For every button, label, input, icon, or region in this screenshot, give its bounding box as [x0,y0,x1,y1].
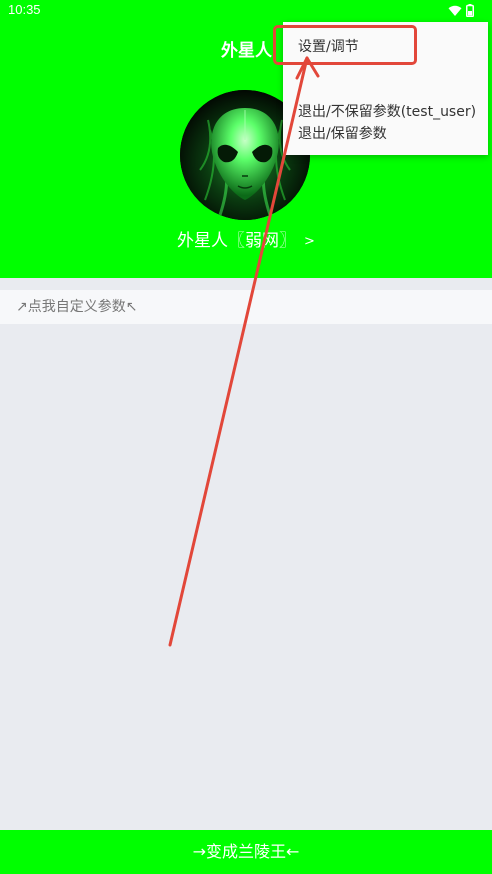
battery-icon [466,4,474,17]
dropdown-menu: 设置/调节 退出/不保留参数(test_user) 退出/保留参数 [283,22,488,155]
transform-button[interactable]: →变成兰陵王← [0,830,492,874]
menu-item-settings[interactable]: 设置/调节 [283,27,488,67]
username: 外星人〖弱网〗 [177,231,297,251]
custom-params-button[interactable]: ↗点我自定义参数↖ [0,290,492,324]
wifi-icon [448,5,462,16]
status-time: 10:35 [8,2,41,17]
status-icons [448,4,474,17]
chevron-right-icon: > [304,234,315,249]
page-title: 外星人 [221,41,272,61]
username-row[interactable]: 外星人〖弱网〗 > [0,226,492,251]
menu-item-logout-keep[interactable]: 退出/保留参数 [283,114,488,154]
status-bar: 10:35 [0,0,492,22]
